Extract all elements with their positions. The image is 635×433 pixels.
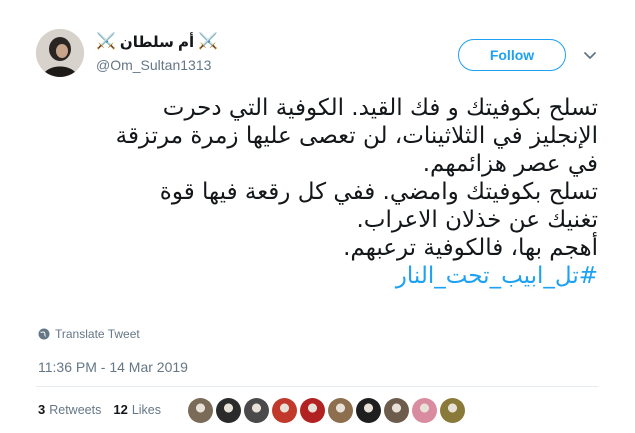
tweet-line: تسلح بكوفيتك و فك القيد. الكوفية التي دح…	[162, 95, 598, 121]
retweets-count: 3	[38, 402, 46, 417]
likes-label: Likes	[131, 403, 161, 417]
liker-avatar[interactable]	[384, 398, 409, 423]
retweets-stat[interactable]: 3 Retweets	[38, 402, 101, 417]
liker-avatars	[188, 398, 465, 423]
globe-icon	[38, 328, 50, 340]
translate-label[interactable]: Translate Tweet	[55, 327, 140, 341]
avatar[interactable]	[36, 29, 84, 77]
author-handle[interactable]: @Om_Sultan1313	[96, 57, 211, 73]
crossed-swords-icon: ⚔️	[198, 33, 219, 50]
liker-avatar[interactable]	[244, 398, 269, 423]
likes-count: 12	[113, 402, 128, 417]
tweet-text: تسلح بكوفيتك و فك القيد. الكوفية التي دح…	[36, 94, 598, 290]
tweet-line: الإنجليز في الثلاثينات، لن تعصى عليها زم…	[115, 123, 598, 149]
liker-avatar[interactable]	[412, 398, 437, 423]
liker-avatar[interactable]	[272, 398, 297, 423]
retweets-label: Retweets	[49, 403, 102, 417]
tweet-line: تغنيك عن خذلان الاعراب.	[356, 207, 599, 233]
liker-avatar[interactable]	[328, 398, 353, 423]
chevron-down-icon[interactable]	[582, 47, 598, 63]
profile-photo-icon	[36, 29, 84, 77]
hashtag-link[interactable]: #تل_ابيب_تحت_النار	[36, 262, 598, 290]
likes-stat[interactable]: 12 Likes	[113, 402, 161, 417]
tweet-timestamp[interactable]: 11:36 PM - 14 Mar 2019	[38, 359, 188, 375]
divider	[36, 386, 598, 387]
liker-avatar[interactable]	[300, 398, 325, 423]
liker-avatar[interactable]	[356, 398, 381, 423]
tweet-line: تسلح بكوفيتك وامضي. ففي كل رقعة فيها قوة	[159, 179, 598, 205]
tweet-stats: 3 Retweets 12 Likes	[38, 402, 161, 417]
tweet-line: في عصر هزائمهم.	[422, 151, 598, 177]
follow-button[interactable]: Follow	[458, 39, 566, 71]
translate-tweet-link[interactable]: Translate Tweet	[38, 327, 140, 341]
author-display-name[interactable]: أم سلطان	[120, 33, 194, 51]
author-name-row[interactable]: ⚔️ أم سلطان ⚔️	[96, 33, 219, 52]
liker-avatar[interactable]	[188, 398, 213, 423]
tweet-line: أهجم بها، فالكوفية ترعبهم.	[343, 235, 598, 261]
liker-avatar[interactable]	[216, 398, 241, 423]
crossed-swords-icon: ⚔️	[96, 33, 116, 50]
liker-avatar[interactable]	[440, 398, 465, 423]
